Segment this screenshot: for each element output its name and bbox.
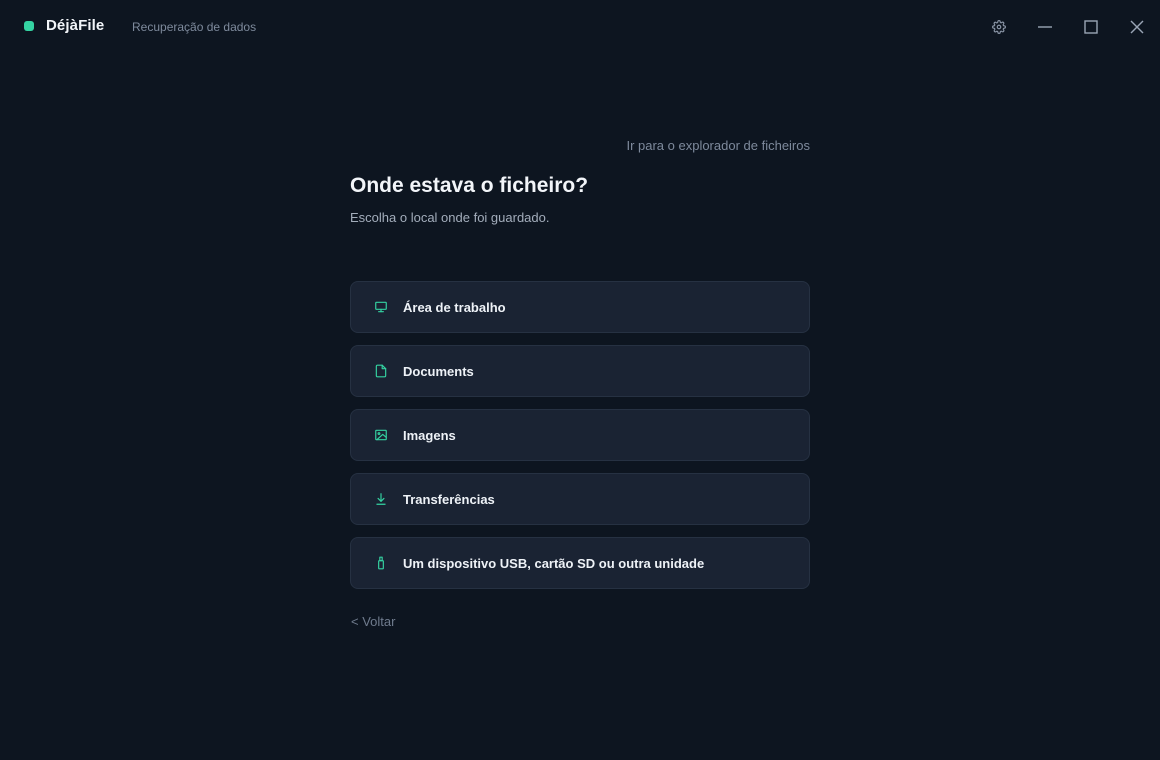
maximize-icon — [1084, 20, 1098, 34]
option-label: Transferências — [403, 491, 495, 507]
back-button[interactable]: < Voltar — [351, 614, 395, 629]
location-options: Área de trabalho Documents Imagens Trans… — [350, 281, 810, 601]
image-icon — [373, 427, 389, 443]
option-label: Imagens — [403, 427, 456, 443]
logo-icon — [24, 21, 34, 31]
option-images[interactable]: Imagens — [350, 409, 810, 461]
settings-button[interactable] — [986, 14, 1012, 40]
monitor-icon — [373, 299, 389, 315]
close-button[interactable] — [1124, 14, 1150, 40]
option-label: Documents — [403, 363, 474, 379]
minimize-icon — [1038, 26, 1052, 28]
option-label: Área de trabalho — [403, 299, 506, 315]
option-desktop[interactable]: Área de trabalho — [350, 281, 810, 333]
option-documents[interactable]: Documents — [350, 345, 810, 397]
option-downloads[interactable]: Transferências — [350, 473, 810, 525]
page-subtitle: Escolha o local onde foi guardado. — [350, 210, 550, 225]
title-bar: DéjàFile Recuperação de dados — [0, 0, 1160, 54]
document-icon — [373, 363, 389, 379]
minimize-button[interactable] — [1032, 14, 1058, 40]
file-explorer-link[interactable]: Ir para o explorador de ficheiros — [626, 138, 810, 153]
usb-drive-icon — [373, 555, 389, 571]
app-name: DéjàFile — [46, 17, 105, 34]
maximize-button[interactable] — [1078, 14, 1104, 40]
app-subtitle: Recuperação de dados — [132, 20, 257, 34]
gear-icon — [992, 20, 1006, 34]
option-external-drive[interactable]: Um dispositivo USB, cartão SD ou outra u… — [350, 537, 810, 589]
close-icon — [1130, 20, 1144, 34]
download-icon — [373, 491, 389, 507]
page-title: Onde estava o ficheiro? — [350, 174, 589, 197]
app-window: DéjàFile Recuperação de dados Ir para o … — [0, 0, 1160, 760]
option-label: Um dispositivo USB, cartão SD ou outra u… — [403, 555, 705, 571]
